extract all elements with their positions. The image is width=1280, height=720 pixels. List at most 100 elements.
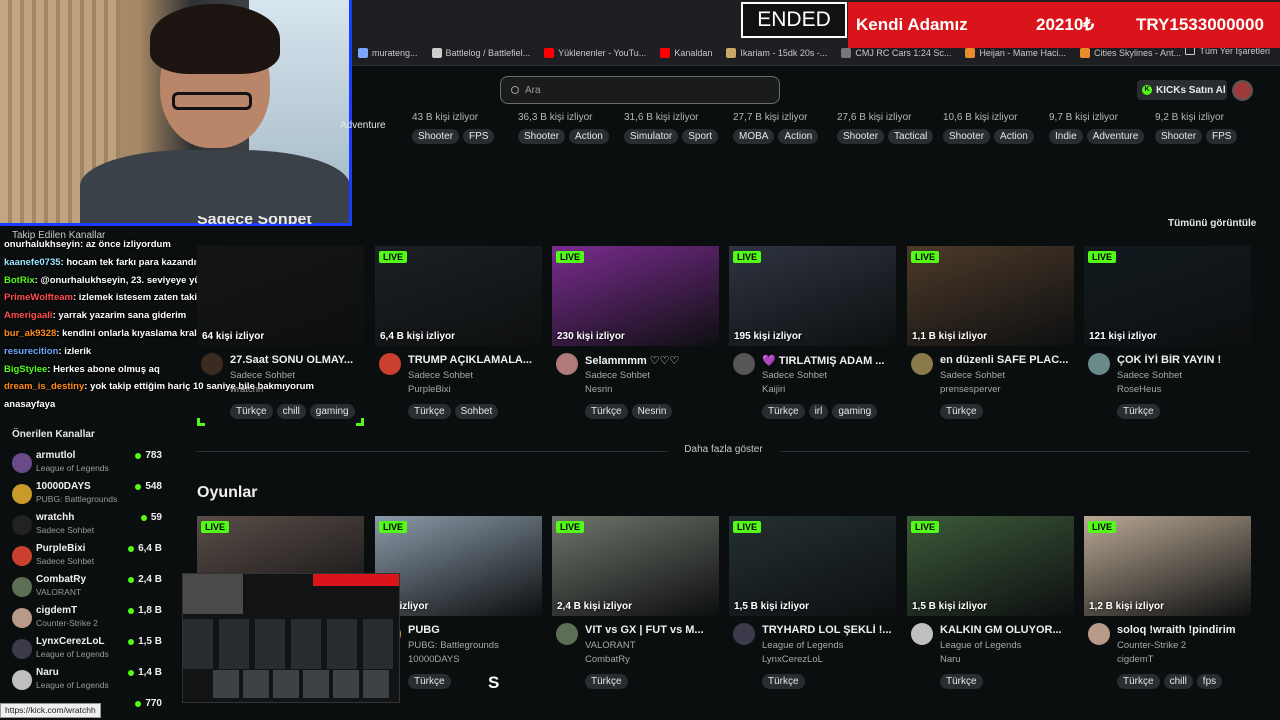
stream-tag[interactable]: Türkçe xyxy=(1117,404,1160,419)
streamer-avatar[interactable] xyxy=(556,353,578,375)
stream-category[interactable]: League of Legends xyxy=(762,640,843,651)
stream-category[interactable]: Sadece Sohbet xyxy=(1117,370,1182,381)
stream-tag[interactable]: irl xyxy=(808,404,829,419)
streamer-avatar[interactable] xyxy=(733,623,755,645)
category-item[interactable]: 36,3 B kişi izliyor Shooter Action xyxy=(518,112,609,144)
streamer-avatar[interactable] xyxy=(201,353,223,375)
bookmark-item[interactable]: CMJ RC Cars 1:24 Sc... xyxy=(841,47,951,58)
category-tag[interactable]: Shooter xyxy=(943,129,991,144)
stream-thumbnail[interactable]: 64 kişi izliyor xyxy=(197,246,364,346)
sidebar-channel[interactable]: cigdemT Counter-Strike 2 1,8 B xyxy=(12,605,162,635)
stream-title[interactable]: KALKIN GM OLUYOR... xyxy=(940,624,1074,636)
stream-channel[interactable]: Nesrin xyxy=(585,384,612,395)
stream-card[interactable]: LIVE kişi izliyor PUBG PUBG: Battlegrounds 1… xyxy=(375,516,542,696)
bookmark-item[interactable]: murateng... xyxy=(358,47,418,58)
category-tag[interactable]: Indie xyxy=(1049,129,1083,144)
chat-username[interactable]: Amerigaali xyxy=(4,310,53,321)
category-tag[interactable]: Action xyxy=(569,129,609,144)
sidebar-channel[interactable]: Naru League of Legends 1,4 B xyxy=(12,667,162,697)
stream-card[interactable]: 64 kişi izliyor 27.Saat SONU OLMAY... Sade… xyxy=(197,246,364,426)
category-item[interactable]: 27,7 B kişi izliyor MOBA Action xyxy=(733,112,819,144)
stream-tag[interactable]: Türkçe xyxy=(762,404,805,419)
stream-tag[interactable]: fps xyxy=(1196,674,1223,689)
stream-card[interactable]: LIVE 1,5 B kişi izliyor KALKIN GM OLUYOR..… xyxy=(907,516,1074,696)
stream-category[interactable]: Sadece Sohbet xyxy=(762,370,827,381)
stream-title[interactable]: VIT vs GX | FUT vs M... xyxy=(585,624,719,636)
stream-tag[interactable]: gaming xyxy=(309,404,355,419)
stream-category[interactable]: PUBG: Battlegrounds xyxy=(408,640,499,651)
stream-channel[interactable]: 10000DAYS xyxy=(408,654,460,665)
stream-tag[interactable]: Türkçe xyxy=(762,674,805,689)
category-item[interactable]: 9,2 B kişi izliyor Shooter FPS xyxy=(1155,112,1238,144)
streamer-avatar[interactable] xyxy=(911,353,933,375)
stream-card[interactable]: LIVE 195 kişi izliyor 💜 TIRLATMIŞ ADAM ...… xyxy=(729,246,896,426)
chat-username[interactable]: resurecition xyxy=(4,346,58,357)
stream-category[interactable]: Sadece Sohbet xyxy=(940,370,1005,381)
chat-username[interactable]: PrimeWolfteam xyxy=(4,292,73,303)
stream-tag[interactable]: Türkçe xyxy=(408,404,451,419)
streamer-avatar[interactable] xyxy=(556,623,578,645)
stream-tag[interactable]: chill xyxy=(276,404,306,419)
chat-username[interactable]: bur_ak9328 xyxy=(4,328,56,339)
category-tag[interactable]: Adventure xyxy=(340,118,392,133)
stream-title[interactable]: en düzenli SAFE PLAC... xyxy=(940,354,1074,366)
stream-tag[interactable]: Türkçe xyxy=(940,674,983,689)
stream-category[interactable]: Sadece Sohbet xyxy=(585,370,650,381)
see-all-link[interactable]: Tümünü görüntüle xyxy=(1168,218,1256,229)
category-item[interactable]: 43 B kişi izliyor Shooter FPS xyxy=(412,112,495,144)
search-input[interactable]: Ara xyxy=(500,76,780,104)
category-tag[interactable]: Adventure xyxy=(1086,129,1145,144)
buy-kicks-button[interactable]: K KICKs Satın Al xyxy=(1137,80,1227,100)
category-tag[interactable]: Action xyxy=(778,129,819,144)
stream-channel[interactable]: Naru xyxy=(940,654,961,665)
stream-card[interactable]: LIVE 2,4 B kişi izliyor VIT vs GX | FUT vs… xyxy=(552,516,719,696)
stream-channel[interactable]: Kaijiri xyxy=(762,384,785,395)
category-item[interactable]: 9,7 B kişi izliyor Indie Adventure xyxy=(1049,112,1145,144)
user-avatar[interactable] xyxy=(1232,80,1253,101)
category-tag[interactable]: Simulator xyxy=(624,129,679,144)
stream-tag[interactable]: gaming xyxy=(832,404,878,419)
stream-title[interactable]: Selammmm ♡♡♡ xyxy=(585,354,719,367)
stream-category[interactable]: Sadece Sohbet xyxy=(230,370,295,381)
stream-channel[interactable]: PurpleBixi xyxy=(408,384,451,395)
stream-tag[interactable]: Türkçe xyxy=(940,404,983,419)
stream-category[interactable]: League of Legends xyxy=(940,640,1021,651)
stream-tag[interactable]: Nesrin xyxy=(631,404,673,419)
sidebar-channel[interactable]: LynxCerezLoL League of Legends 1,5 B xyxy=(12,636,162,666)
stream-tag[interactable]: Türkçe xyxy=(230,404,273,419)
streamer-avatar[interactable] xyxy=(379,353,401,375)
stream-thumbnail[interactable]: LIVE 121 kişi izliyor xyxy=(1084,246,1251,346)
sidebar-channel[interactable]: PurpleBixi Sadece Sohbet 6,4 B xyxy=(12,543,162,573)
category-item[interactable]: Adventure xyxy=(340,112,392,133)
bookmark-item[interactable]: Ikariam - 15dk 20s -... xyxy=(726,47,827,58)
category-item[interactable]: 10,6 B kişi izliyor Shooter Action xyxy=(943,112,1034,144)
stream-thumbnail[interactable]: LIVE kişi izliyor xyxy=(375,516,542,616)
bookmark-item[interactable]: Yüklenenler - YouTu... xyxy=(544,47,646,58)
category-tag[interactable]: Shooter xyxy=(412,129,460,144)
stream-thumbnail[interactable]: LIVE 1,5 B kişi izliyor xyxy=(907,516,1074,616)
stream-thumbnail[interactable]: LIVE 2,4 B kişi izliyor xyxy=(552,516,719,616)
stream-thumbnail[interactable]: LIVE 195 kişi izliyor xyxy=(729,246,896,346)
stream-card[interactable]: LIVE 1,2 B kişi izliyor soloq !wraith !pin… xyxy=(1084,516,1251,696)
stream-title[interactable]: 27.Saat SONU OLMAY... xyxy=(230,354,364,366)
stream-channel[interactable]: CombatRy xyxy=(585,654,630,665)
stream-card[interactable]: LIVE 1,5 B kişi izliyor TRYHARD LOL ŞEKLİ … xyxy=(729,516,896,696)
stream-thumbnail[interactable]: LIVE 1,1 B kişi izliyor xyxy=(907,246,1074,346)
stream-title[interactable]: ÇOK İYİ BİR YAYIN ! xyxy=(1117,354,1251,366)
sidebar-channel[interactable]: wratchh Sadece Sohbet 59 xyxy=(12,512,162,542)
stream-tag[interactable]: Türkçe xyxy=(585,404,628,419)
stream-category[interactable]: VALORANT xyxy=(585,640,636,651)
bookmark-item[interactable]: Heijan - Mame Haci... xyxy=(965,47,1066,58)
chat-username[interactable]: dream_is_destiny xyxy=(4,381,84,392)
stream-thumbnail[interactable]: LIVE 1,5 B kişi izliyor xyxy=(729,516,896,616)
stream-channel[interactable]: RoseHeus xyxy=(1117,384,1161,395)
stream-title[interactable]: 💜 TIRLATMIŞ ADAM ... xyxy=(762,354,896,367)
chat-username[interactable]: BotRix xyxy=(4,275,35,286)
streamer-avatar[interactable] xyxy=(911,623,933,645)
stream-category[interactable]: Counter-Strike 2 xyxy=(1117,640,1186,651)
chat-username[interactable]: onurhaluk­hseyin xyxy=(4,239,80,250)
category-tag[interactable]: Shooter xyxy=(518,129,566,144)
stream-card[interactable]: LIVE 6,4 B kişi izliyor TRUMP AÇIKLAMALA..… xyxy=(375,246,542,426)
category-tag[interactable]: Shooter xyxy=(1155,129,1203,144)
chat-username[interactable]: kaanefe0735 xyxy=(4,257,61,268)
